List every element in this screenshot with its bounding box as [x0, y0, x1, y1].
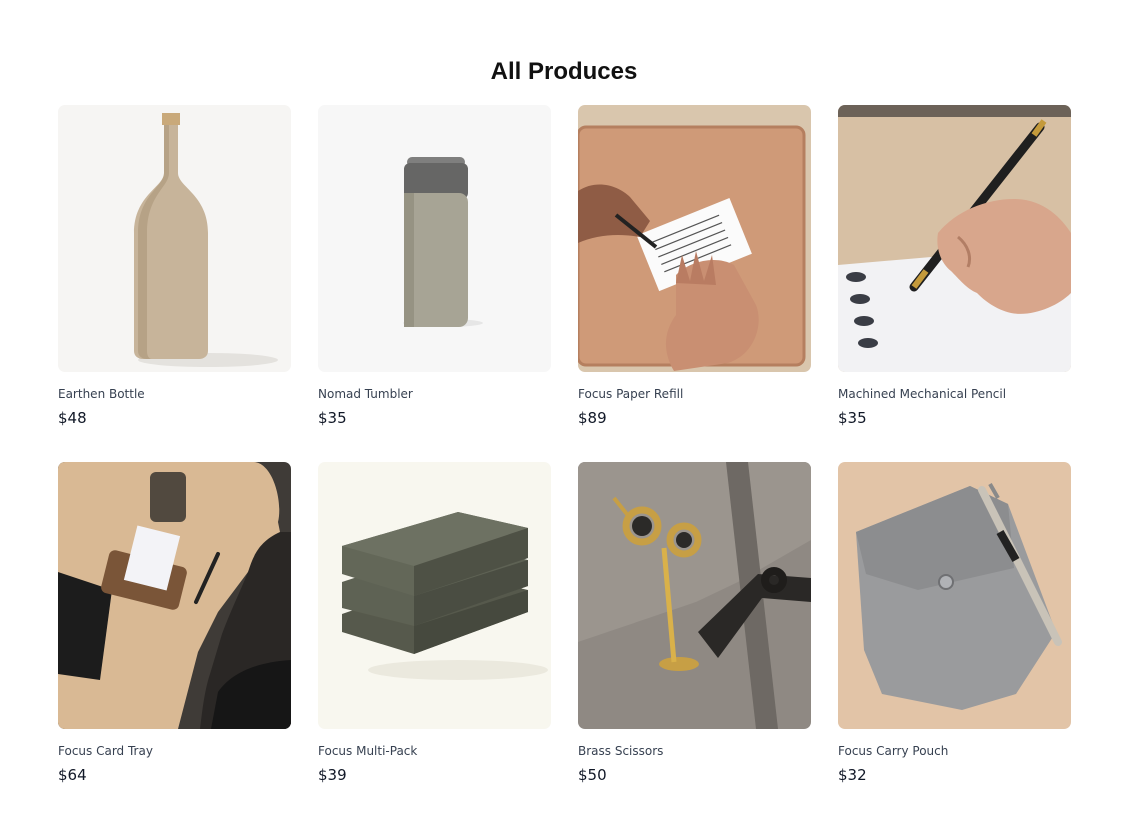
product-card[interactable]: Focus Card Tray $64 — [58, 462, 291, 819]
carry-pouch-image[interactable] — [838, 462, 1071, 729]
product-card[interactable]: Earthen Bottle $48 — [58, 105, 291, 462]
product-card[interactable]: Focus Paper Refill $89 — [578, 105, 811, 462]
brass-scissors-image[interactable] — [578, 462, 811, 729]
product-card[interactable]: Brass Scissors $50 — [578, 462, 811, 819]
product-name[interactable]: Focus Card Tray — [58, 743, 291, 760]
product-price: $89 — [578, 409, 607, 427]
product-price: $64 — [58, 766, 87, 784]
product-name[interactable]: Machined Mechanical Pencil — [838, 386, 1071, 403]
page-title: All Produces — [490, 58, 638, 85]
product-grid: Earthen Bottle $48 Nomad Tumbler $35 Foc… — [58, 105, 1071, 819]
multi-pack-image[interactable] — [318, 462, 551, 729]
product-price: $32 — [838, 766, 867, 784]
earthen-bottle-image[interactable] — [58, 105, 291, 372]
product-price: $50 — [578, 766, 607, 784]
product-name[interactable]: Focus Paper Refill — [578, 386, 811, 403]
product-card[interactable]: Focus Multi-Pack $39 — [318, 462, 551, 819]
product-price: $48 — [58, 409, 87, 427]
nomad-tumbler-image[interactable] — [318, 105, 551, 372]
mechanical-pencil-image[interactable] — [838, 105, 1071, 372]
products-page: All Produces Earthen Bottle $48 Nomad Tu… — [0, 0, 1128, 820]
product-price: $35 — [838, 409, 867, 427]
product-card[interactable]: Nomad Tumbler $35 — [318, 105, 551, 462]
product-name[interactable]: Nomad Tumbler — [318, 386, 551, 403]
card-tray-image[interactable] — [58, 462, 291, 729]
product-card[interactable]: Machined Mechanical Pencil $35 — [838, 105, 1071, 462]
product-name[interactable]: Focus Carry Pouch — [838, 743, 1071, 760]
product-price: $39 — [318, 766, 347, 784]
paper-refill-image[interactable] — [578, 105, 811, 372]
product-card[interactable]: Focus Carry Pouch $32 — [838, 462, 1071, 819]
product-name[interactable]: Brass Scissors — [578, 743, 811, 760]
product-name[interactable]: Earthen Bottle — [58, 386, 291, 403]
product-price: $35 — [318, 409, 347, 427]
product-name[interactable]: Focus Multi-Pack — [318, 743, 551, 760]
